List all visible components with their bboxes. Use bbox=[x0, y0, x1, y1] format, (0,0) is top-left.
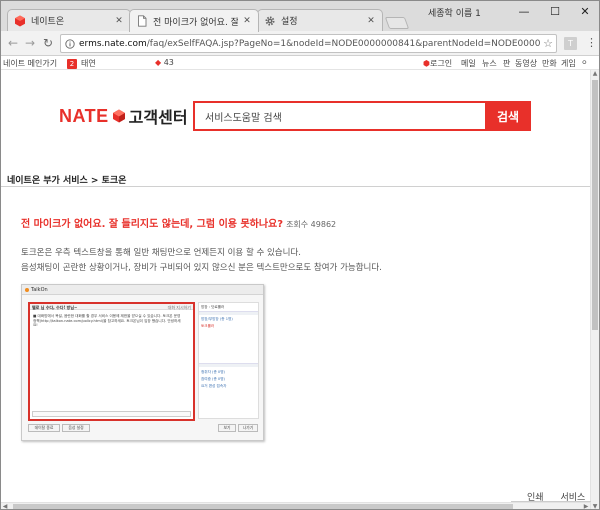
participant-line: 요거 편성 접속자 bbox=[201, 384, 227, 388]
participants-divider bbox=[199, 363, 258, 367]
close-icon[interactable]: ✕ bbox=[114, 16, 124, 26]
weather-icon: ◆ bbox=[155, 58, 162, 67]
chat-log-text: ■ 대화방에서 욕설, 음란한 대화를 할 경우 서비스 이용에 제한을 받으실… bbox=[33, 314, 181, 327]
horizontal-scrollbar[interactable]: ◀ ▶ bbox=[1, 502, 590, 509]
participant-line: 청취자 (총 0명) bbox=[201, 370, 225, 374]
talkon-button: 음성 설정 bbox=[62, 424, 90, 432]
browser-window: 네이트온 ✕ 전 마이크가 없어요. 잘 ✕ 설정 ✕ 세종학 이름 1 — ☐… bbox=[0, 0, 600, 510]
view-count: 조회수 49862 bbox=[286, 220, 337, 229]
breadcrumb: 네이트온 부가 서비스 > 토크온 bbox=[7, 176, 127, 186]
logo-nate: NATE bbox=[59, 105, 109, 126]
tab-settings[interactable]: 설정 ✕ bbox=[257, 9, 383, 31]
gear-icon bbox=[265, 16, 275, 25]
scroll-left-icon[interactable]: ◀ bbox=[1, 503, 9, 509]
talkon-participants-pane: 방장 : 닷로롤러 방장/부방장 (총 1명) 토크롤러 청취자 (총 0명) … bbox=[198, 302, 259, 419]
browser-toolbar: ← → ↻ erms.nate.com/faq/exSelfFAQA.jsp?P… bbox=[1, 31, 599, 56]
question-text: 전 마이크가 없어요. 잘 들리지도 않는데, 그럼 이용 못하나요? bbox=[21, 219, 284, 230]
breadcrumb-divider bbox=[1, 186, 591, 187]
search-button[interactable]: 검색 bbox=[485, 101, 531, 131]
site-util-bar: 네이트 메인가기 2 태연 ◆ 43 ⬢로그인 메일 뉴스 판 동영상 만화 게임… bbox=[1, 56, 599, 70]
logo-customer-center: 고객센터 bbox=[128, 108, 188, 127]
forward-button[interactable]: → bbox=[23, 36, 37, 50]
util-link-games[interactable]: 게임 bbox=[561, 58, 576, 69]
scrollbar-thumb[interactable] bbox=[592, 80, 598, 330]
util-link-news[interactable]: 뉴스 bbox=[482, 58, 497, 69]
talkon-chat-pane: 텔로 님 수다, 수다! 방님~ 대화 지시하기 ■ 대화방에서 욕설, 음란한… bbox=[28, 302, 195, 421]
login-link[interactable]: ⬢로그인 bbox=[423, 58, 452, 69]
reload-button[interactable]: ↻ bbox=[41, 36, 55, 50]
answer-line: 음성채팅이 곤란한 상황이거나, 장비가 구비되어 있지 않으신 분은 텍스트만… bbox=[21, 263, 382, 273]
close-window-button[interactable]: ✕ bbox=[574, 3, 596, 19]
nate-cube-icon bbox=[112, 109, 125, 123]
close-icon[interactable]: ✕ bbox=[242, 16, 252, 26]
tab-strip: 네이트온 ✕ 전 마이크가 없어요. 잘 ✕ 설정 ✕ 세종학 이름 1 — ☐… bbox=[1, 1, 599, 32]
nate-cs-logo[interactable]: NATE 고객센터 bbox=[59, 104, 188, 128]
profile-name[interactable]: 세종학 이름 1 bbox=[428, 6, 481, 19]
horizontal-scrollbar-thumb[interactable] bbox=[13, 504, 513, 509]
close-icon[interactable]: ✕ bbox=[366, 16, 376, 26]
back-button[interactable]: ← bbox=[6, 36, 20, 50]
notification-badge[interactable]: 2 태연 bbox=[67, 58, 96, 69]
util-link-comics[interactable]: 만화 bbox=[542, 58, 557, 69]
tab-nateon[interactable]: 네이트온 ✕ bbox=[7, 9, 131, 31]
info-icon[interactable] bbox=[65, 38, 75, 49]
address-bar[interactable]: erms.nate.com/faq/exSelfFAQA.jsp?PageNo=… bbox=[60, 34, 557, 53]
scroll-down-icon[interactable]: ▼ bbox=[591, 503, 599, 509]
badge-number: 2 bbox=[67, 59, 77, 69]
page-icon bbox=[138, 15, 147, 27]
tab-label: 네이트온 bbox=[31, 17, 65, 27]
maximize-button[interactable]: ☐ bbox=[544, 3, 566, 19]
talkon-logo-icon bbox=[25, 288, 29, 292]
chat-input-box bbox=[32, 411, 191, 417]
new-tab-button[interactable] bbox=[384, 17, 410, 29]
util-link-mail[interactable]: 메일 bbox=[461, 58, 476, 69]
participant-line: 참여중 (총 0명) bbox=[201, 377, 225, 381]
talkon-app-title: TalkOn bbox=[31, 287, 48, 293]
scroll-up-icon[interactable]: ▲ bbox=[591, 70, 599, 78]
help-search-input[interactable]: 서비스도움말 검색 bbox=[193, 101, 485, 131]
nateon-favicon-icon bbox=[15, 15, 25, 26]
participants-divider bbox=[199, 311, 258, 315]
extension-icon[interactable]: T bbox=[564, 37, 577, 50]
talkon-button: 나가기 bbox=[238, 424, 258, 432]
tab-faq[interactable]: 전 마이크가 없어요. 잘 ✕ bbox=[129, 9, 259, 32]
talkon-bottom-bar: 데이탈 종료 음성 설정 보기 나가기 bbox=[28, 424, 259, 434]
login-icon: ⬢ bbox=[423, 59, 430, 68]
minimize-button[interactable]: — bbox=[513, 3, 535, 19]
faq-answer: 토크온은 우측 텍스트창을 통해 일반 채팅만으로 언제든지 이용 할 수 있습… bbox=[21, 246, 382, 276]
chat-pane-header: 텔로 님 수다, 수다! 방님~ 대화 지시하기 bbox=[30, 304, 193, 310]
scroll-right-icon[interactable]: ▶ bbox=[582, 503, 590, 509]
talkon-titlebar: TalkOn bbox=[22, 285, 263, 295]
participant-line: 방장 : 닷로롤러 bbox=[201, 305, 225, 309]
login-label: 로그인 bbox=[429, 59, 453, 68]
vertical-scrollbar[interactable]: ▲ ▼ bbox=[590, 70, 599, 509]
bookmark-star-icon[interactable]: ☆ bbox=[540, 37, 556, 50]
participant-line: 토크롤러 bbox=[201, 324, 215, 328]
url-text: erms.nate.com/faq/exSelfFAQA.jsp?PageNo=… bbox=[79, 39, 540, 49]
util-link-video[interactable]: 동영상 bbox=[515, 58, 537, 69]
talkon-screenshot-image: TalkOn 텔로 님 수다, 수다! 방님~ 대화 지시하기 ■ 대화방에서 … bbox=[21, 284, 264, 441]
faq-question-title: 전 마이크가 없어요. 잘 들리지도 않는데, 그럼 이용 못하나요? 조회수 4… bbox=[21, 215, 336, 230]
weather-indicator[interactable]: ◆ 43 bbox=[155, 58, 174, 67]
url-host: erms.nate.com bbox=[79, 38, 147, 49]
util-more-icon[interactable]: ⚪ bbox=[581, 58, 588, 67]
weather-text: 43 bbox=[163, 58, 174, 67]
talkon-button: 보기 bbox=[218, 424, 236, 432]
badge-label: 태연 bbox=[81, 59, 96, 68]
tab-label: 설정 bbox=[281, 17, 298, 27]
menu-icon[interactable]: ⋮ bbox=[586, 36, 597, 49]
tab-label: 전 마이크가 없어요. 잘 bbox=[153, 17, 238, 28]
talkon-button: 데이탈 종료 bbox=[28, 424, 60, 432]
chat-room-title: 텔로 님 수다, 수다! 방님~ bbox=[32, 305, 78, 310]
answer-line: 토크온은 우측 텍스트창을 통해 일반 채팅만으로 언제든지 이용 할 수 있습… bbox=[21, 248, 301, 258]
chat-header-button: 대화 지시하기 bbox=[167, 305, 191, 310]
participant-line: 방장/부방장 (총 1명) bbox=[201, 317, 233, 321]
nate-main-link[interactable]: 네이트 메인가기 bbox=[3, 58, 57, 69]
url-path: /faq/exSelfFAQA.jsp?PageNo=1&nodeId=NODE… bbox=[146, 38, 540, 49]
util-link-pann[interactable]: 판 bbox=[503, 58, 510, 69]
